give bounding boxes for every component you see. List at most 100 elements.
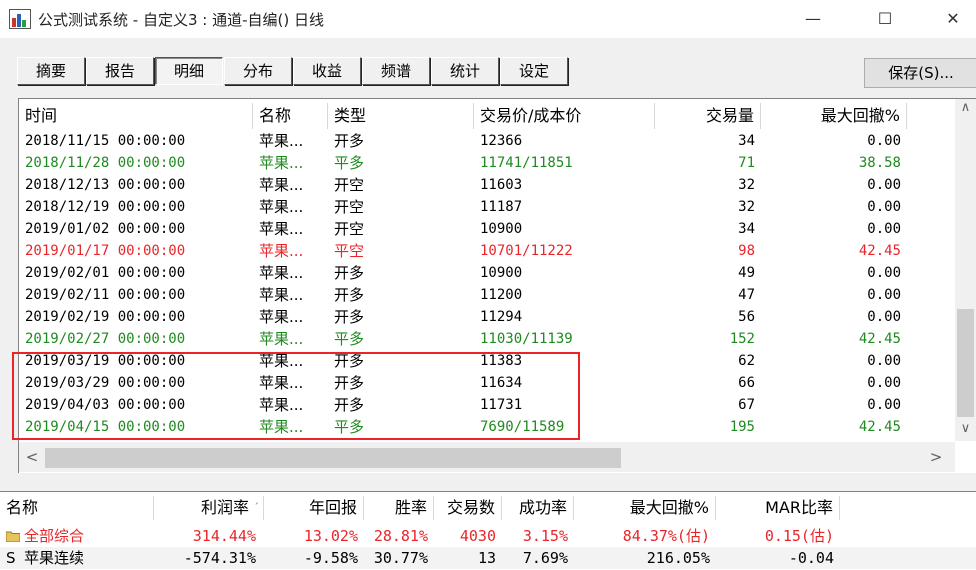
summary-header-win-rate[interactable]: 胜率 [364,496,434,520]
vertical-scrollbar[interactable]: ∧ ∨ [955,99,976,441]
save-button[interactable]: 保存(S)... [864,58,976,88]
close-button[interactable]: ✕ [930,0,976,38]
trade-quantity: 47 [738,287,755,303]
trade-type: 平多 [334,154,365,172]
table-row[interactable]: 2019/02/11 00:00:00 苹果... 开多 11200 47 0.00 [19,284,949,306]
summary-row[interactable]: 全部综合 314.44% 13.02% 28.81% 4030 3.15% 84.37%(估… [0,525,976,547]
trade-time: 2019/01/17 00:00:00 [25,243,186,259]
horizontal-scrollbar[interactable]: < > [19,442,955,472]
trade-table-header: 时间 名称 类型 交易价/成本价 交易量 最大回撤% [19,103,976,129]
table-row[interactable]: 2019/04/15 00:00:00 苹果... 平多 7690/11589 195 4… [19,416,949,438]
table-row[interactable]: 2018/11/28 00:00:00 苹果... 平多 11741/11851 71 3… [19,152,949,174]
summary-profit: 314.44% [192,527,256,545]
scroll-down-icon[interactable]: ∨ [959,421,972,436]
trade-time: 2019/01/02 00:00:00 [25,221,186,237]
trade-price: 11200 [480,287,523,303]
trade-time: 2019/02/11 00:00:00 [25,287,186,303]
column-header-price[interactable]: 交易价/成本价 [474,103,655,129]
summary-annual: 13.02% [303,527,358,545]
trade-name: 苹果... [259,264,304,282]
trade-type: 开多 [334,132,365,150]
tab-returns[interactable]: 收益 [293,57,361,85]
trade-quantity: 67 [738,397,755,413]
trade-time: 2019/04/03 00:00:00 [25,397,186,413]
tab-summary[interactable]: 摘要 [17,57,85,85]
minimize-button[interactable]: — [790,0,836,38]
table-row[interactable]: 2019/03/19 00:00:00 苹果... 开多 11383 62 0.00 [19,350,949,372]
table-row[interactable]: 2018/11/15 00:00:00 苹果... 开多 12366 34 0.00 [19,130,949,152]
table-row[interactable]: 2019/04/03 00:00:00 苹果... 开多 11731 67 0.00 [19,394,949,416]
tab-spectrum[interactable]: 频谱 [362,57,430,85]
scroll-right-icon[interactable]: > [929,448,943,466]
summary-header-success[interactable]: 成功率 [502,496,574,520]
trade-name: 苹果... [259,374,304,392]
trade-type: 开多 [334,352,365,370]
trade-name: 苹果... [259,220,304,238]
summary-row[interactable]: S 苹果连续 -574.31% -9.58% 30.77% 13 7.69% 216.05% -… [0,547,976,569]
tab-distribution[interactable]: 分布 [224,57,292,85]
trade-quantity: 66 [738,375,755,391]
trade-name: 苹果... [259,242,304,260]
table-row[interactable]: 2019/01/02 00:00:00 苹果... 开空 10900 34 0.00 [19,218,949,240]
trade-type: 开多 [334,396,365,414]
table-row[interactable]: 2019/02/27 00:00:00 苹果... 平多 11030/11139 152… [19,328,949,350]
trade-name: 苹果... [259,198,304,216]
trade-quantity: 32 [738,199,755,215]
column-header-time[interactable]: 时间 [19,103,253,129]
trade-max-drawdown: 42.45 [858,331,901,347]
summary-header-trades[interactable]: 交易数 [434,496,502,520]
summary-header-profit[interactable]: 利润率 ˊ [154,496,264,520]
table-row[interactable]: 2019/02/01 00:00:00 苹果... 开多 10900 49 0.00 [19,262,949,284]
table-row[interactable]: 2019/03/29 00:00:00 苹果... 开多 11634 66 0.00 [19,372,949,394]
trade-max-drawdown: 0.00 [867,287,901,303]
summary-trades: 13 [477,549,496,567]
summary-win-rate: 28.81% [373,527,428,545]
trade-name: 苹果... [259,132,304,150]
maximize-button[interactable]: ☐ [862,0,908,38]
table-row[interactable]: 2018/12/13 00:00:00 苹果... 开空 11603 32 0.00 [19,174,949,196]
summary-max-drawdown: 216.05% [646,549,710,567]
table-row[interactable]: 2019/01/17 00:00:00 苹果... 平空 10701/11222 98 4… [19,240,949,262]
summary-header-name[interactable]: 名称 [0,496,154,520]
trade-name: 苹果... [259,286,304,304]
trade-type: 开多 [334,374,365,392]
trade-name: 苹果... [259,330,304,348]
table-row[interactable]: 2019/02/19 00:00:00 苹果... 开多 11294 56 0.00 [19,306,949,328]
trade-type: 开多 [334,264,365,282]
tab-report[interactable]: 报告 [86,57,154,85]
folder-icon [5,525,21,547]
trade-time: 2019/02/27 00:00:00 [25,331,186,347]
tab-detail[interactable]: 明细 [155,57,223,85]
trade-price: 11634 [480,375,523,391]
summary-success: 7.69% [522,549,568,567]
summary-header-mar[interactable]: MAR比率 [716,496,840,520]
trade-max-drawdown: 42.45 [858,243,901,259]
vertical-scroll-thumb[interactable] [957,309,974,417]
trade-name: 苹果... [259,396,304,414]
horizontal-scroll-thumb[interactable] [45,448,621,468]
summary-header-max-drawdown[interactable]: 最大回撤% [574,496,716,520]
summary-header-annual[interactable]: 年回报 [264,496,364,520]
column-header-type[interactable]: 类型 [328,103,474,129]
tab-statistics[interactable]: 统计 [431,57,499,85]
trade-max-drawdown: 0.00 [867,353,901,369]
column-header-max-drawdown[interactable]: 最大回撤% [761,103,907,129]
trade-quantity: 195 [729,419,755,435]
window-title: 公式测试系统 - 自定义3 : 通道-自编() 日线 [38,11,324,29]
scroll-up-icon[interactable]: ∧ [959,100,972,115]
scroll-left-icon[interactable]: < [25,448,39,466]
trade-price: 11383 [480,353,523,369]
tab-settings[interactable]: 设定 [500,57,568,85]
column-header-name[interactable]: 名称 [253,103,328,129]
summary-win-rate: 30.77% [373,549,428,567]
column-header-quantity[interactable]: 交易量 [655,103,761,129]
trade-price: 11294 [480,309,523,325]
trade-quantity: 34 [738,221,755,237]
summary-mar: 0.15(估) [764,527,834,545]
trade-quantity: 98 [738,243,755,259]
trade-type: 开多 [334,308,365,326]
trade-name: 苹果... [259,176,304,194]
trade-time: 2019/04/15 00:00:00 [25,419,186,435]
summary-name: 苹果连续 [24,549,85,567]
table-row[interactable]: 2018/12/19 00:00:00 苹果... 开空 11187 32 0.00 [19,196,949,218]
